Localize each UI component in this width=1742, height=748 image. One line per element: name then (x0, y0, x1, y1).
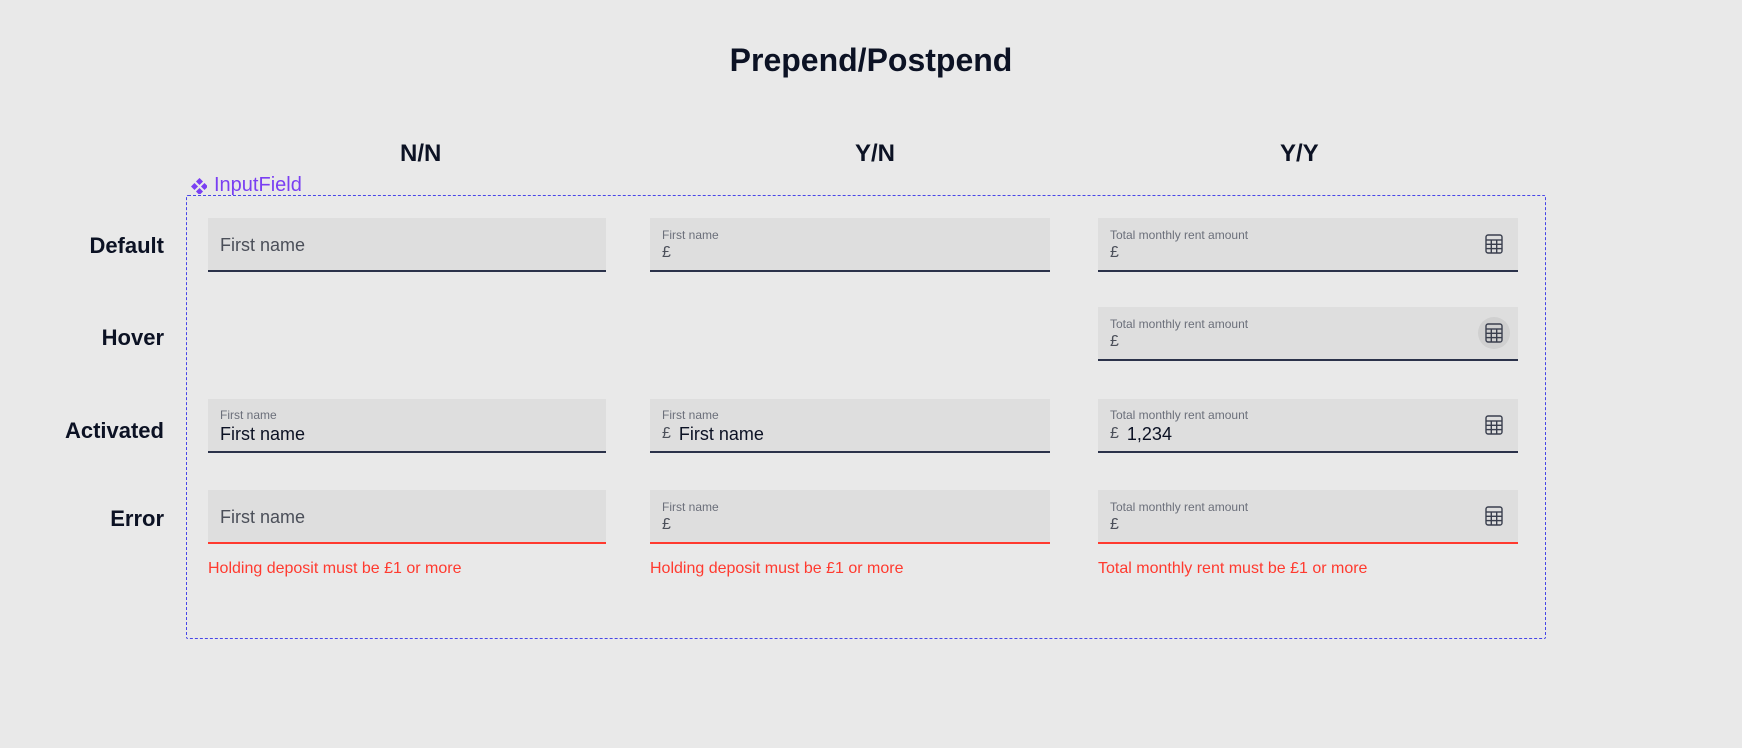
input-field-yy-error[interactable]: Total monthly rent amount £ (1098, 490, 1518, 544)
input-prepend-pound: £ (1110, 425, 1119, 443)
input-float-label: First name (220, 408, 594, 422)
input-prepend-pound: £ (662, 516, 671, 534)
input-field-nn-default[interactable]: First name (208, 218, 606, 272)
row-label-default: Default (24, 233, 164, 259)
input-float-label: Total monthly rent amount (1110, 408, 1506, 422)
input-float-label: Total monthly rent amount (1110, 228, 1506, 242)
row-label-activated: Activated (24, 418, 164, 444)
calculator-icon[interactable] (1478, 500, 1510, 532)
error-message-yn: Holding deposit must be £1 or more (650, 560, 903, 578)
input-float-label: Total monthly rent amount (1110, 500, 1506, 514)
input-prepend-pound: £ (662, 244, 671, 262)
input-field-yy-hover[interactable]: Total monthly rent amount £ (1098, 307, 1518, 361)
column-header-yn: Y/N (855, 140, 895, 168)
input-float-label: First name (662, 500, 1038, 514)
calculator-icon[interactable] (1478, 409, 1510, 441)
calculator-icon[interactable] (1478, 228, 1510, 260)
column-header-nn: N/N (400, 140, 441, 168)
row-label-error: Error (24, 506, 164, 532)
input-prepend-pound: £ (662, 425, 671, 443)
error-message-yy: Total monthly rent must be £1 or more (1098, 560, 1367, 578)
input-value: First name (679, 424, 764, 445)
input-value: First name (220, 424, 305, 445)
row-label-hover: Hover (24, 325, 164, 351)
column-header-yy: Y/Y (1280, 140, 1319, 168)
input-field-yn-activated[interactable]: First name £ First name (650, 399, 1050, 453)
input-placeholder: First name (220, 507, 305, 528)
component-label: InputField (190, 174, 302, 197)
page-title: Prepend/Postpend (0, 42, 1742, 79)
component-name-text: InputField (214, 174, 302, 197)
input-float-label: Total monthly rent amount (1110, 317, 1506, 331)
error-message-nn: Holding deposit must be £1 or more (208, 560, 461, 578)
component-diamond-icon (190, 177, 208, 195)
input-prepend-pound: £ (1110, 516, 1119, 534)
input-field-yn-default[interactable]: First name £ (650, 218, 1050, 272)
input-field-yn-error[interactable]: First name £ (650, 490, 1050, 544)
input-float-label: First name (662, 408, 1038, 422)
input-prepend-pound: £ (1110, 333, 1119, 351)
input-float-label: First name (662, 228, 1038, 242)
input-prepend-pound: £ (1110, 244, 1119, 262)
input-placeholder: First name (220, 235, 305, 256)
input-field-nn-error[interactable]: First name (208, 490, 606, 544)
input-value: 1,234 (1127, 424, 1172, 445)
input-field-yy-activated[interactable]: Total monthly rent amount £ 1,234 (1098, 399, 1518, 453)
input-field-nn-activated[interactable]: First name First name (208, 399, 606, 453)
input-field-yy-default[interactable]: Total monthly rent amount £ (1098, 218, 1518, 272)
calculator-icon[interactable] (1478, 317, 1510, 349)
